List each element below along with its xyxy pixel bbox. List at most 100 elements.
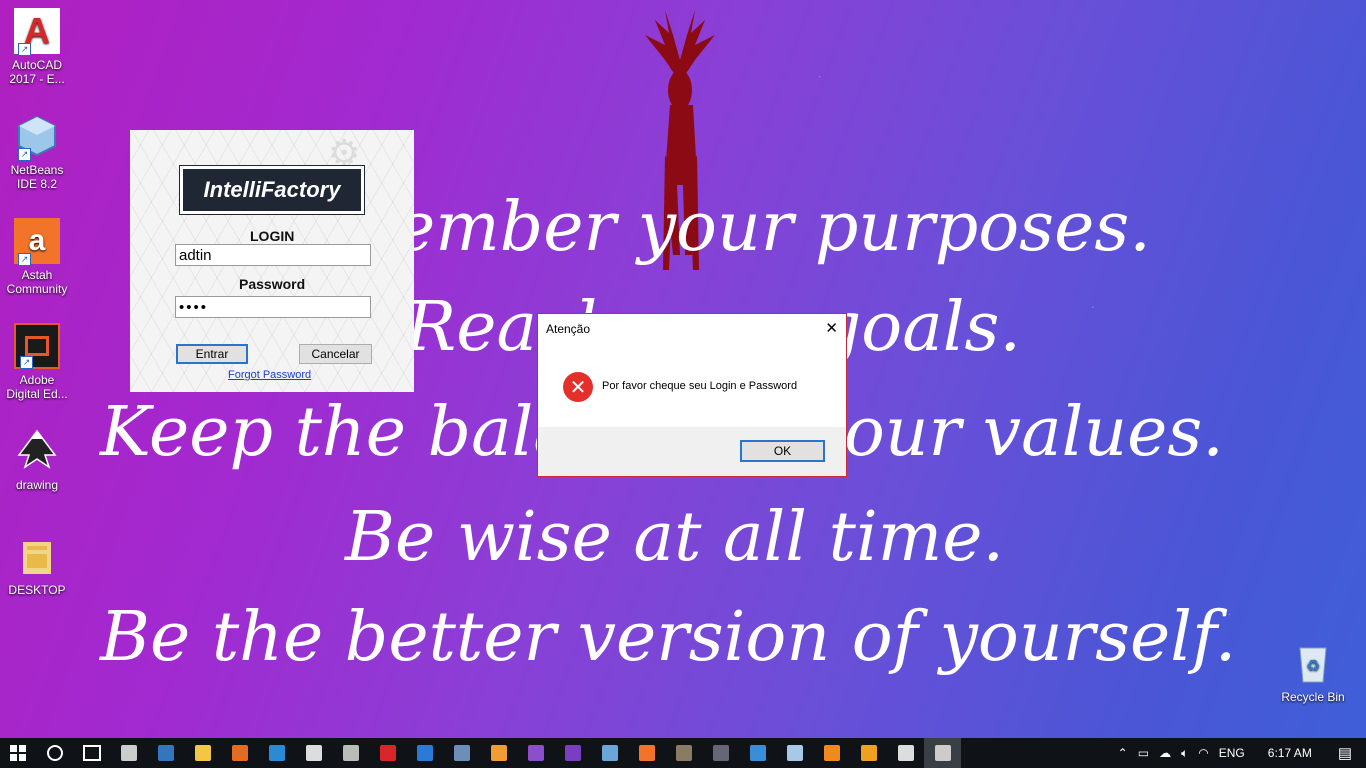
taskbar-internet-explorer-icon[interactable] xyxy=(258,738,295,768)
taskbar-edge-icon[interactable] xyxy=(147,738,184,768)
taskbar-app2-icon-glyph xyxy=(453,745,470,761)
taskbar-firefox-icon[interactable] xyxy=(221,738,258,768)
taskbar-visual-studio-purple-icon-glyph xyxy=(527,745,544,761)
desktop-icon-drawing[interactable]: drawing xyxy=(4,428,70,492)
taskbar-document-icon[interactable] xyxy=(887,738,924,768)
taskbar-obs-icon-glyph xyxy=(712,745,729,761)
taskbar-visual-studio-icon[interactable] xyxy=(554,738,591,768)
taskbar-apps xyxy=(110,738,961,768)
astah-icon: a ↗ xyxy=(14,218,60,266)
desktop-icon-desktop-folder[interactable]: DESKTOP xyxy=(4,533,70,597)
notifications-icon[interactable]: ▤ xyxy=(1338,744,1352,762)
login-label: LOGIN xyxy=(250,228,295,244)
desktop-icon-label: AutoCAD 2017 - E... xyxy=(9,58,65,86)
shortcut-arrow-icon: ↗ xyxy=(20,356,33,369)
desktop-icon-astah[interactable]: a ↗ Astah Community xyxy=(4,218,70,296)
taskbar-store-icon[interactable] xyxy=(110,738,147,768)
desktop-icon-autocad[interactable]: A ↗ AutoCAD 2017 - E... xyxy=(4,8,70,86)
dialog-message: Por favor cheque seu Login e Password xyxy=(602,380,798,392)
taskbar-notepad-icon-glyph xyxy=(786,745,803,761)
taskbar-app3-icon[interactable] xyxy=(480,738,517,768)
clock[interactable]: 6:17 AM xyxy=(1268,746,1312,760)
desktop-icon-label: Recycle Bin xyxy=(1281,690,1345,704)
dialog-title: Atenção xyxy=(546,322,591,336)
taskbar-gimp-icon-glyph xyxy=(675,745,692,761)
wifi-icon[interactable]: ◠ xyxy=(1198,746,1208,760)
desktop-icon-recycle-bin[interactable]: ♻ Recycle Bin xyxy=(1278,640,1348,704)
error-dialog: Atenção ✕ ✕ Por favor cheque seu Login e… xyxy=(537,313,847,477)
taskbar-gimp-icon[interactable] xyxy=(665,738,702,768)
taskbar-internet-explorer-icon-glyph xyxy=(268,745,285,761)
ok-button[interactable]: OK xyxy=(740,440,825,462)
desktop-icon-label: drawing xyxy=(15,478,59,492)
cloud-icon[interactable]: ☁ xyxy=(1159,746,1171,760)
taskbar-app-icon-glyph xyxy=(342,745,359,761)
cancel-button[interactable]: Cancelar xyxy=(299,344,372,364)
taskbar-app-icon[interactable] xyxy=(332,738,369,768)
taskbar-notepad-icon[interactable] xyxy=(776,738,813,768)
taskbar-astah-icon-glyph xyxy=(638,745,655,761)
wallpaper-quote-line-1: ember your purposes. xyxy=(395,188,1151,267)
desktop-icon-label: Adobe Digital Ed... xyxy=(6,373,68,401)
wallpaper-quote-line-5: Be the better version of yourself. xyxy=(100,598,1237,677)
taskbar-obs-icon[interactable] xyxy=(702,738,739,768)
close-icon[interactable]: ✕ xyxy=(825,319,838,337)
taskbar-app3-icon-glyph xyxy=(490,745,507,761)
taskbar-app2-icon[interactable] xyxy=(443,738,480,768)
shortcut-arrow-icon: ↗ xyxy=(18,43,31,56)
taskbar-media-icon-glyph xyxy=(860,745,877,761)
volume-icon[interactable]: 🔈︎ xyxy=(1181,746,1188,761)
task-view-icon[interactable] xyxy=(73,738,110,768)
taskbar-visual-studio-icon-glyph xyxy=(564,745,581,761)
intellifactory-logo: IntelliFactory xyxy=(179,165,365,215)
login-input[interactable] xyxy=(175,244,371,266)
desktop-icon-label: Astah Community xyxy=(6,268,68,296)
battery-icon[interactable]: ▭ xyxy=(1138,746,1149,760)
taskbar-astah-icon[interactable] xyxy=(628,738,665,768)
taskbar-edge-icon-glyph xyxy=(157,745,174,761)
svg-text:♻: ♻ xyxy=(1306,656,1320,675)
password-label: Password xyxy=(239,276,306,292)
recycle-bin-icon: ♻ xyxy=(1290,640,1336,686)
taskbar-firefox-icon-glyph xyxy=(231,745,248,761)
taskbar-visual-studio-code-icon-glyph xyxy=(416,745,433,761)
chevron-up-icon[interactable]: ⌃ xyxy=(1118,746,1128,760)
desktop-icon-label: NetBeans IDE 8.2 xyxy=(10,163,64,191)
taskbar-document-icon-glyph xyxy=(897,745,914,761)
search-icon[interactable] xyxy=(36,738,73,768)
desktop-icon-netbeans[interactable]: ↗ NetBeans IDE 8.2 xyxy=(4,113,70,191)
language-indicator[interactable]: ENG xyxy=(1219,746,1245,760)
taskbar-vlc-icon-glyph xyxy=(823,745,840,761)
taskbar-file-explorer-icon-glyph xyxy=(194,745,211,761)
enter-button[interactable]: Entrar xyxy=(176,344,248,364)
taskbar-inkscape-icon-glyph xyxy=(305,745,322,761)
taskbar-app4-icon[interactable] xyxy=(739,738,776,768)
taskbar-autocad-icon-glyph xyxy=(379,745,396,761)
taskbar-java-app-icon[interactable] xyxy=(924,738,961,768)
forgot-password-link[interactable]: Forgot Password xyxy=(228,369,311,381)
taskbar-media-icon[interactable] xyxy=(850,738,887,768)
taskbar-visual-studio-code-icon[interactable] xyxy=(406,738,443,768)
taskbar-inkscape-icon[interactable] xyxy=(295,738,332,768)
taskbar-file-explorer-icon[interactable] xyxy=(184,738,221,768)
taskbar-netbeans-icon[interactable] xyxy=(591,738,628,768)
dialog-footer: OK xyxy=(538,427,846,476)
desktop-icon-adobe-digital-editions[interactable]: ↗ Adobe Digital Ed... xyxy=(4,323,70,401)
taskbar-java-app-icon-glyph xyxy=(934,745,951,761)
taskbar-store-icon-glyph xyxy=(120,745,137,761)
login-window: ⚙ ⚙ IntelliFactory LOGIN Password Entrar… xyxy=(130,130,414,392)
taskbar-vlc-icon[interactable] xyxy=(813,738,850,768)
error-icon: ✕ xyxy=(563,372,593,402)
system-tray: ⌃ ▭ ☁ 🔈︎ ◠ ENG 6:17 AM ▤ xyxy=(1113,738,1366,768)
windows-start-icon[interactable] xyxy=(0,738,36,768)
netbeans-icon: ↗ xyxy=(14,113,60,161)
shortcut-arrow-icon: ↗ xyxy=(18,148,31,161)
adobe-digital-editions-icon: ↗ xyxy=(14,323,60,369)
inkscape-icon xyxy=(14,428,60,474)
folder-icon xyxy=(14,533,60,579)
taskbar-autocad-icon[interactable] xyxy=(369,738,406,768)
password-input[interactable] xyxy=(175,296,371,318)
shortcut-arrow-icon: ↗ xyxy=(18,253,31,266)
taskbar: ⌃ ▭ ☁ 🔈︎ ◠ ENG 6:17 AM ▤ xyxy=(0,738,1366,768)
taskbar-visual-studio-purple-icon[interactable] xyxy=(517,738,554,768)
